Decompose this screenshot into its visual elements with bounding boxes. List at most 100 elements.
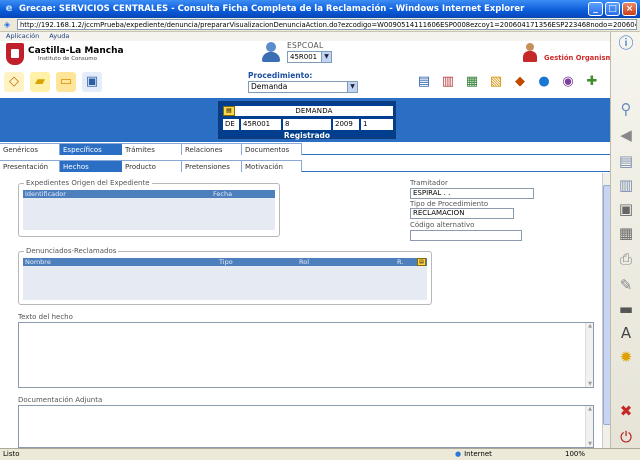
laptop-icon[interactable]: ▤ <box>414 72 434 92</box>
info-icon[interactable]: ⓘ <box>615 32 637 54</box>
minimize-button[interactable]: _ <box>588 2 603 16</box>
codigo-alternativo-field[interactable] <box>410 230 522 241</box>
menu-ayuda[interactable]: Ayuda <box>49 32 69 41</box>
tramitador-label: Tramitador <box>410 179 448 187</box>
procedimiento-select[interactable]: Demanda ▼ <box>248 81 358 93</box>
search-icon[interactable]: ⚲ <box>615 98 637 120</box>
office-select[interactable]: 45R001 ▼ <box>287 51 332 63</box>
doc-adjunta-textarea[interactable] <box>18 405 594 448</box>
status-bar: Listo ● Internet 100% <box>0 448 640 460</box>
demanda-number: 8 <box>283 119 331 130</box>
col-tipo: Tipo <box>219 258 233 266</box>
tab-producto[interactable]: Producto <box>122 160 182 172</box>
manager-icon <box>522 43 538 63</box>
books-icon[interactable]: ▥ <box>438 72 458 92</box>
hechos-panel: Expedientes Origen del Expediente Identi… <box>0 173 610 448</box>
demanda-title: DEMANDA <box>295 107 333 115</box>
address-input[interactable]: http://192.168.1.2/jccmPrueba/expediente… <box>17 19 637 30</box>
logo-title: Castilla-La Mancha <box>28 46 124 56</box>
tab-motivacion[interactable]: Motivación <box>242 160 302 172</box>
procedimiento-block: Procedimiento: Demanda ▼ <box>248 71 358 93</box>
save-icon[interactable]: ▣ <box>615 198 637 220</box>
tools-icon[interactable]: ✚ <box>582 72 602 92</box>
col-rol: Rol <box>299 258 310 266</box>
ie-logo-icon: e <box>5 3 13 14</box>
tab-documentos[interactable]: Documentos <box>242 143 302 155</box>
record-band: ▤ DEMANDA DE 45R001 8 2009 1 Registrado <box>0 98 610 142</box>
tools-icon[interactable]: ✖ <box>615 400 637 422</box>
security-zone: ● Internet <box>455 449 555 460</box>
people-folder-icon[interactable]: ▰ <box>30 72 50 92</box>
tab-genericos[interactable]: Genéricos <box>0 143 60 155</box>
user-icon <box>260 41 282 63</box>
library-icon[interactable]: ▦ <box>462 72 482 92</box>
print-icon[interactable]: ⎙ <box>615 248 637 270</box>
tag-icon[interactable]: ◇ <box>4 72 24 92</box>
doc-adjunta-label: Documentación Adjunta <box>18 396 103 404</box>
denunciados-grid-header: Nombre Tipo Rol R. ▤ <box>23 258 427 266</box>
globe-icon: ● <box>455 450 462 458</box>
zone-label: Internet <box>464 450 492 458</box>
attach-icon[interactable]: ✎ <box>615 274 637 296</box>
texto-hecho-textarea[interactable] <box>18 322 594 388</box>
expedientes-grid-body <box>23 198 275 230</box>
page-scrollbar[interactable] <box>602 173 611 448</box>
tab-relaciones[interactable]: Relaciones <box>182 143 242 155</box>
settings-icon[interactable]: ✹ <box>615 346 637 368</box>
stamp-icon[interactable]: ◆ <box>510 72 530 92</box>
computer-icon[interactable]: ▣ <box>82 72 102 92</box>
add-record-icon[interactable]: ▤ <box>417 258 426 266</box>
chevron-down-icon: ▼ <box>347 82 357 92</box>
tab-pretensiones[interactable]: Pretensiones <box>182 160 242 172</box>
back-icon[interactable]: ◀ <box>615 124 637 146</box>
col-fecha: Fecha <box>213 190 233 198</box>
tramitador-field[interactable]: ESPIRAL . . <box>410 188 534 199</box>
tab-tramites[interactable]: Trámites <box>122 143 182 155</box>
tab-especificos[interactable]: Específicos <box>60 143 128 155</box>
printer-icon[interactable]: ▬ <box>615 298 637 320</box>
demanda-status: Registrado <box>283 131 331 140</box>
exit-icon[interactable]: ⏻ <box>615 426 637 448</box>
demanda-office: 45R001 <box>241 119 281 130</box>
font-icon[interactable]: A <box>615 322 637 344</box>
tab-presentacion[interactable]: Presentación <box>0 160 60 172</box>
maximize-button[interactable]: □ <box>605 2 620 16</box>
calculator-icon[interactable]: ▧ <box>486 72 506 92</box>
app-header: Castilla-La Mancha Instituto de Consumo … <box>0 41 640 98</box>
textarea-scrollbar[interactable] <box>585 406 594 447</box>
tipo-procedimiento-label: Tipo de Procedimiento <box>410 200 489 208</box>
denunciados-grid-body <box>23 266 427 300</box>
tipo-procedimiento-field[interactable]: RECLAMACION <box>410 208 514 219</box>
col-r: R. <box>397 258 404 266</box>
col-nombre: Nombre <box>25 258 51 266</box>
search-people-icon[interactable]: ◉ <box>558 72 578 92</box>
zoom-level[interactable]: 100% <box>555 449 585 460</box>
demanda-type: DE <box>223 119 239 130</box>
documents-icon[interactable]: ▥ <box>615 174 637 196</box>
folder-icon[interactable]: ▭ <box>56 72 76 92</box>
codigo-alternativo-label: Código alternativo <box>410 221 475 229</box>
procedimiento-label: Procedimiento: <box>248 71 313 80</box>
tab-hechos[interactable]: Hechos <box>60 160 128 172</box>
coat-of-arms-icon <box>6 43 24 65</box>
copy-icon[interactable]: ▦ <box>615 222 637 244</box>
close-button[interactable]: × <box>622 2 637 16</box>
user-code: ESPCOAL <box>287 41 324 50</box>
document-icon[interactable]: ▤ <box>615 150 637 172</box>
denunciados-legend: Denunciados-Reclamados <box>26 247 117 255</box>
globe-icon[interactable]: ● <box>534 72 554 92</box>
address-bar: ◈ http://192.168.1.2/jccmPrueba/expedien… <box>0 18 640 32</box>
denunciados-fieldset: Denunciados-Reclamados Nombre Tipo Rol R… <box>18 247 432 305</box>
window-title: Grecae: SERVICIOS CENTRALES - Consulta F… <box>19 4 525 14</box>
menu-aplicacion[interactable]: Aplicación <box>6 32 39 41</box>
col-identificador: Identificador <box>25 190 66 198</box>
page-icon: ◈ <box>4 19 11 29</box>
right-toolbar: ▤ ▥ ▦ ▧ ◆ ● ◉ ✚ ▢ <box>414 72 626 92</box>
gestion-label: Gestión Organismo <box>544 54 618 62</box>
status-text: Listo <box>3 450 20 458</box>
browser-window: e Grecae: SERVICIOS CENTRALES - Consulta… <box>0 0 640 460</box>
demanda-summary: ▤ DEMANDA DE 45R001 8 2009 1 Registrado <box>218 101 396 140</box>
textarea-scrollbar[interactable] <box>585 323 594 387</box>
texto-hecho-label: Texto del hecho <box>18 313 73 321</box>
gestion-organismo[interactable]: Gestión Organismo <box>522 43 617 63</box>
